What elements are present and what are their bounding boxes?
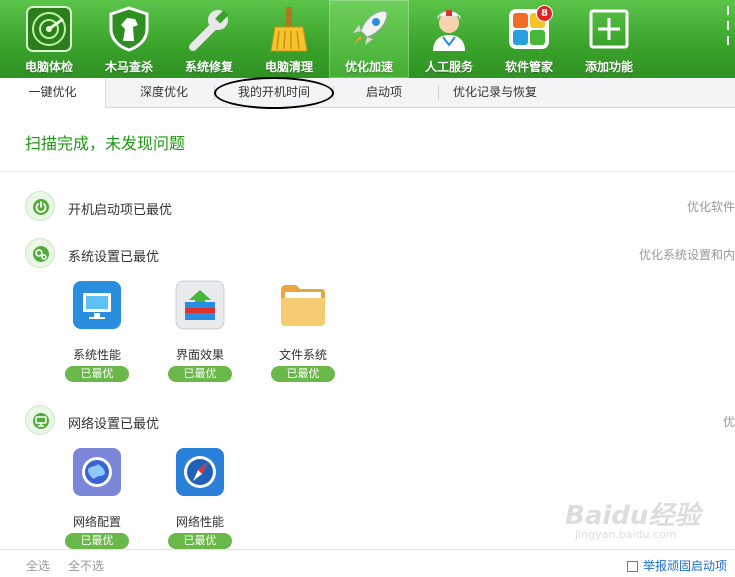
network-icon — [33, 413, 49, 429]
tool-label: 添加功能 — [584, 60, 633, 74]
folder-icon — [281, 285, 325, 326]
item-file-system[interactable]: 文件系统 已最优 — [258, 280, 348, 382]
tab-my-boot-time[interactable]: 我的开机时间 — [218, 78, 330, 107]
baidu-watermark-url: jingyan.baidu.com — [575, 528, 677, 541]
section-startup-hint: 优化软件 — [686, 200, 735, 214]
item-status-badge: 已最优 — [168, 533, 232, 549]
tool-trojan-scan[interactable]: 木马查杀 — [89, 0, 169, 78]
item-status-badge: 已最优 — [65, 533, 129, 549]
tab-separator — [438, 85, 439, 100]
software-update-badge: 8 — [536, 5, 553, 22]
tool-label: 系统修复 — [184, 60, 233, 74]
item-network-config[interactable]: 网络配置 已最优 — [52, 447, 142, 549]
tab-deep-optimize[interactable]: 深度优化 — [125, 78, 203, 107]
tool-label: 优化加速 — [344, 60, 393, 74]
tool-label: 木马查杀 — [104, 60, 153, 74]
select-none-link[interactable]: 全不选 — [68, 557, 104, 574]
tab-startup-items[interactable]: 启动项 — [350, 78, 418, 107]
tool-optimize-speedup[interactable]: 优化加速 — [329, 0, 409, 78]
monitor-icon — [73, 281, 121, 329]
item-name: 界面效果 — [175, 348, 224, 362]
section-network-title: 网络设置已最优 — [68, 417, 160, 432]
item-name: 网络性能 — [175, 515, 224, 529]
tool-human-service[interactable]: 人工服务 — [409, 0, 489, 78]
item-status-badge: 已最优 — [271, 366, 335, 382]
interface-icon — [175, 280, 225, 330]
tab-one-click-optimize[interactable]: 一键优化 — [0, 78, 106, 108]
plus-icon — [589, 9, 629, 49]
tab-separator — [214, 85, 215, 100]
broom-icon — [270, 7, 308, 52]
power-icon — [33, 199, 49, 215]
tool-computer-cleanup[interactable]: 电脑清理 — [249, 0, 329, 78]
item-name: 系统性能 — [72, 348, 121, 362]
window-controls[interactable] — [723, 0, 733, 78]
tool-system-repair[interactable]: 系统修复 — [169, 0, 249, 78]
select-all-link[interactable]: 全选 — [26, 557, 50, 574]
tool-label: 人工服务 — [424, 60, 473, 74]
optimize-tabs: 一键优化 深度优化 我的开机时间 启动项 优化记录与恢复 — [0, 78, 735, 108]
compass-icon — [176, 448, 224, 496]
baidu-watermark: Baidu经验 — [565, 501, 701, 531]
item-system-performance[interactable]: 系统性能 已最优 — [52, 280, 142, 382]
gears-icon — [33, 246, 49, 262]
item-name: 文件系统 — [278, 348, 327, 362]
bottom-bar: 全选 全不选 举报顽固启动项 — [0, 549, 735, 577]
tool-label: 电脑体检 — [24, 60, 73, 74]
report-stubborn-startup-link[interactable]: 举报顽固启动项 — [626, 557, 727, 574]
report-label: 举报顽固启动项 — [642, 559, 727, 573]
section-startup-title: 开机启动项已最优 — [68, 203, 173, 218]
content-divider — [0, 171, 735, 172]
globe-icon — [73, 448, 121, 496]
tool-computer-checkup[interactable]: 电脑体检 — [9, 0, 89, 78]
rocket-icon — [353, 10, 388, 45]
wrench-icon — [189, 10, 229, 51]
main-toolbar: 电脑体检 木马查杀 系统修复 电脑清理 优化加速 人工服务 8 软件管家 添加功… — [0, 0, 735, 78]
section-system-hint: 优化系统设置和内 — [638, 248, 735, 262]
section-system-icon — [25, 238, 55, 268]
item-status-badge: 已最优 — [168, 366, 232, 382]
doctor-icon — [433, 10, 465, 51]
section-network-hint: 优 — [722, 415, 735, 429]
section-network-icon — [25, 405, 55, 435]
item-network-performance[interactable]: 网络性能 已最优 — [155, 447, 245, 549]
item-name: 网络配置 — [72, 515, 121, 529]
tool-label: 软件管家 — [504, 60, 553, 74]
radar-icon — [26, 6, 72, 52]
item-status-badge: 已最优 — [65, 366, 129, 382]
scan-status: 扫描完成，未发现问题 — [25, 134, 186, 153]
section-startup-icon — [25, 191, 55, 221]
tab-optimize-history[interactable]: 优化记录与恢复 — [445, 78, 545, 107]
section-system-title: 系统设置已最优 — [68, 250, 160, 265]
horse-shield-icon — [109, 6, 149, 52]
tool-software-manager[interactable]: 8 软件管家 — [489, 0, 569, 78]
tool-label: 电脑清理 — [264, 60, 313, 74]
tab-separator — [333, 85, 334, 100]
tool-add-feature[interactable]: 添加功能 — [569, 0, 649, 78]
item-interface-effects[interactable]: 界面效果 已最优 — [155, 280, 245, 382]
report-checkbox[interactable] — [626, 561, 638, 572]
